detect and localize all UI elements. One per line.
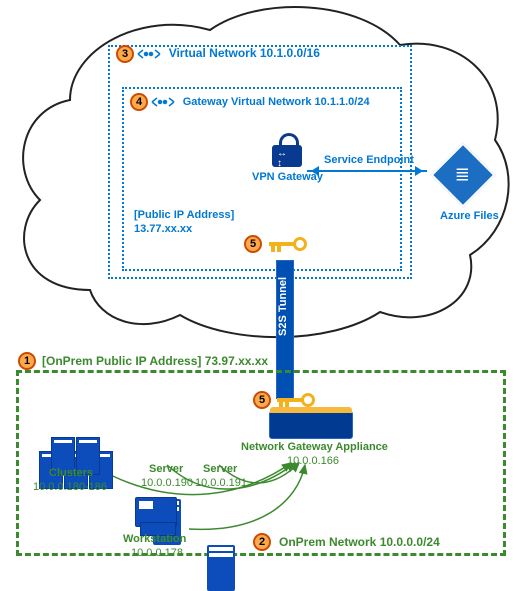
badge-cloud-key: 5 bbox=[244, 235, 262, 253]
onprem-network-box: 5 Network Gateway Appliance 10.0.0.166 C… bbox=[16, 370, 506, 556]
gateway-subnet-label: Gateway Virtual Network 10.1.1.0/24 bbox=[183, 96, 370, 108]
badge-vnet: 3 bbox=[116, 45, 134, 63]
cloud-public-ip-label: [Public IP Address] bbox=[134, 209, 234, 221]
workstation-label: Workstation bbox=[123, 533, 186, 545]
server2-label: Server bbox=[203, 463, 237, 475]
workstation-icon bbox=[135, 497, 177, 527]
badge-gateway-subnet: 4 bbox=[130, 93, 148, 111]
clusters-label: Clusters bbox=[49, 467, 93, 479]
gateway-subnet-box: 4 Gateway Virtual Network 10.1.1.0/24 ↔↕… bbox=[122, 87, 402, 271]
server2-ip: 10.0.0.191 bbox=[195, 477, 247, 489]
azure-files-icon: ≣ bbox=[440, 152, 486, 198]
vnet-label: Virtual Network 10.1.0.0/16 bbox=[169, 46, 320, 60]
azure-files-label: Azure Files bbox=[440, 210, 499, 222]
server1-label: Server bbox=[149, 463, 183, 475]
onprem-network-footer: 2 OnPrem Network 10.0.0.0/24 bbox=[253, 533, 440, 551]
vnet-icon bbox=[137, 46, 165, 61]
onprem-public-ip-label: [OnPrem Public IP Address] 73.97.xx.xx bbox=[42, 354, 268, 368]
cloud-key-group: 5 bbox=[244, 235, 307, 253]
s2s-tunnel-label: S2S Tunnel bbox=[276, 260, 294, 352]
service-endpoint-label: Service Endpoint bbox=[324, 154, 414, 166]
server1-ip: 10.0.0.190 bbox=[141, 477, 193, 489]
server2-icon bbox=[207, 545, 235, 591]
gateway-subnet-icon bbox=[151, 94, 179, 109]
service-endpoint-line bbox=[307, 170, 427, 172]
workstation-ip: 10.0.0.178 bbox=[131, 547, 183, 559]
clusters-ip: 10.0.0.180-186 bbox=[33, 481, 107, 493]
key-icon bbox=[269, 237, 307, 251]
onprem-network-label: OnPrem Network 10.0.0.0/24 bbox=[279, 535, 440, 549]
cloud-public-ip-value: 13.77.xx.xx bbox=[134, 223, 192, 235]
diagram-root: 3 Virtual Network 10.1.0.0/16 4 Gateway … bbox=[0, 0, 518, 569]
vpn-gateway-icon: ↔↕ bbox=[272, 145, 302, 167]
badge-onprem-network: 2 bbox=[253, 533, 271, 551]
badge-onprem: 1 bbox=[18, 352, 36, 370]
onprem-header: 1 [OnPrem Public IP Address] 73.97.xx.xx bbox=[18, 352, 268, 370]
